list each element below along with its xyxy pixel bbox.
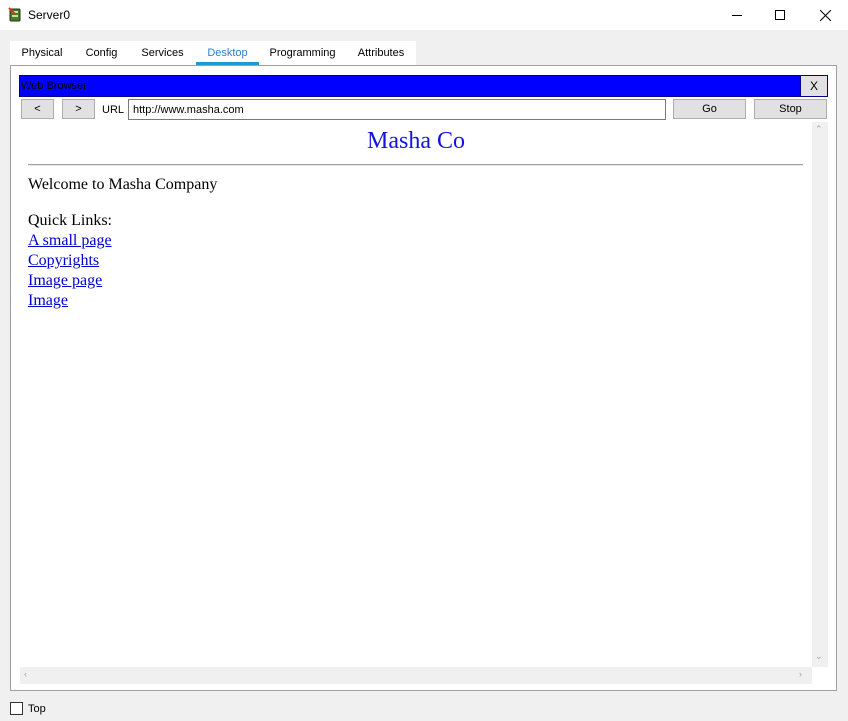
tab-desktop[interactable]: Desktop: [196, 41, 259, 65]
vertical-scrollbar[interactable]: ⌃ ⌄: [812, 122, 828, 667]
window-title: Server0: [28, 8, 71, 22]
welcome-text: Welcome to Masha Company: [28, 176, 218, 193]
scroll-down-icon[interactable]: ⌄: [815, 651, 823, 662]
link-image[interactable]: Image: [28, 292, 68, 310]
close-icon: [819, 9, 831, 21]
top-checkbox[interactable]: [10, 702, 23, 715]
go-button[interactable]: Go: [673, 99, 746, 119]
link-image-page[interactable]: Image page: [28, 272, 102, 290]
tab-programming[interactable]: Programming: [259, 41, 346, 65]
maximize-icon: [775, 10, 785, 20]
web-browser-title: Web Browser: [21, 80, 87, 92]
browser-viewport: Masha Co Welcome to Masha Company Quick …: [20, 122, 812, 667]
minimize-button[interactable]: [714, 0, 760, 30]
quick-links-label: Quick Links:: [28, 212, 112, 229]
web-browser-title-bar: Web Browser X: [19, 75, 828, 97]
window-title-bar: Server0: [0, 0, 848, 30]
scroll-right-icon[interactable]: ›: [799, 669, 802, 679]
scroll-left-icon[interactable]: ‹: [24, 669, 27, 679]
url-input[interactable]: [128, 99, 666, 120]
horizontal-rule: [28, 164, 803, 166]
close-button[interactable]: [802, 0, 848, 30]
link-small-page[interactable]: A small page: [28, 232, 112, 250]
back-button[interactable]: <: [21, 99, 54, 119]
minimize-icon: [732, 15, 742, 16]
server-app-icon: [8, 7, 21, 22]
stop-button[interactable]: Stop: [754, 99, 827, 119]
horizontal-scrollbar[interactable]: ‹ ›: [20, 667, 812, 684]
tab-attributes[interactable]: Attributes: [346, 41, 416, 65]
top-checkbox-label: Top: [28, 703, 46, 715]
scroll-up-icon[interactable]: ⌃: [815, 124, 823, 135]
link-copyrights[interactable]: Copyrights: [28, 252, 99, 270]
url-label: URL: [102, 104, 125, 116]
page-heading: Masha Co: [367, 128, 465, 154]
tab-config[interactable]: Config: [74, 41, 129, 65]
forward-button[interactable]: >: [62, 99, 95, 119]
tab-services[interactable]: Services: [129, 41, 196, 65]
maximize-button[interactable]: [757, 0, 803, 30]
tab-physical[interactable]: Physical: [10, 41, 74, 65]
web-browser-close-button[interactable]: X: [800, 76, 827, 96]
tab-strip: Physical Config Services Desktop Program…: [10, 41, 416, 65]
